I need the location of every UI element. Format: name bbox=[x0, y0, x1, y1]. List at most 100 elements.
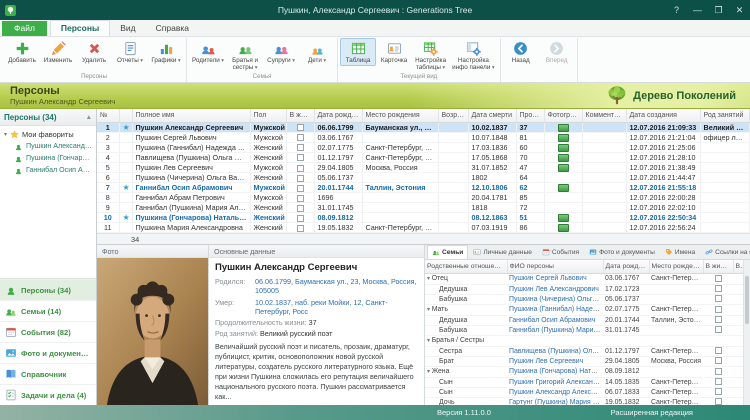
sidebar-item-family[interactable]: Семьи (14) bbox=[0, 300, 96, 321]
column-header[interactable]: Родственные отношения bbox=[425, 260, 507, 273]
column-header[interactable]: Пол bbox=[250, 109, 286, 122]
collapse-icon[interactable]: ▾ bbox=[427, 307, 432, 313]
collapse-icon[interactable]: ▾ bbox=[427, 369, 432, 375]
scrollbar[interactable] bbox=[743, 260, 750, 405]
sidebar-header[interactable]: Персоны (34) ▲ bbox=[0, 109, 96, 126]
alive-checkbox[interactable] bbox=[715, 306, 722, 313]
alive-checkbox[interactable] bbox=[297, 205, 304, 212]
detail-tab-links[interactable]: Ссылки на источники bbox=[700, 245, 750, 259]
person-link[interactable]: Пушкин Александр Александрович bbox=[509, 389, 603, 396]
alive-checkbox[interactable] bbox=[715, 275, 722, 282]
alive-checkbox[interactable] bbox=[715, 378, 722, 385]
date-link[interactable]: 06.06.1799, bbox=[255, 277, 293, 286]
column-header[interactable]: Полное имя bbox=[132, 109, 250, 122]
column-header[interactable]: Комментарий bbox=[582, 109, 626, 122]
column-header[interactable]: Место рождения bbox=[649, 260, 703, 273]
detail-tab-events[interactable]: События bbox=[537, 245, 584, 259]
person-row[interactable]: 4Павлищева (Пушкина) Ольга СергеевнаЖенс… bbox=[97, 152, 750, 162]
person-link[interactable]: Пушкина (Гончарова) Наталья Николаевна bbox=[509, 368, 603, 375]
ribbon-button-spouse[interactable]: Супруги ▾ bbox=[263, 38, 299, 66]
person-row[interactable]: 7★Ганнибал Осип АбрамовичМужской20.01.17… bbox=[97, 182, 750, 192]
tab-file[interactable]: Файл bbox=[2, 21, 47, 36]
alive-checkbox[interactable] bbox=[715, 347, 722, 354]
relation-row[interactable]: ДедушкаПушкин Лев Александрович17.02.172… bbox=[425, 284, 750, 294]
tab-help[interactable]: Справка bbox=[146, 21, 199, 36]
person-row[interactable]: 5Пушкин Лев СергеевичМужской29.04.1805Мо… bbox=[97, 162, 750, 172]
person-link[interactable]: Пушкин Лев Александрович bbox=[509, 286, 599, 293]
column-header[interactable]: Дата рождения bbox=[314, 109, 362, 122]
favorite-person-item[interactable]: Ганнибал Осип Абрамович bbox=[2, 164, 94, 176]
person-link[interactable]: Пушкин Сергей Львович bbox=[509, 275, 587, 282]
alive-checkbox[interactable] bbox=[297, 215, 304, 222]
relation-row[interactable]: БабушкаГаннибал (Пушкина) Мария Алексеев… bbox=[425, 325, 750, 335]
person-row[interactable]: 11Пушкина Мария АлександровнаЖенский19.0… bbox=[97, 223, 750, 233]
alive-checkbox[interactable] bbox=[715, 326, 722, 333]
column-header[interactable]: Возраст bbox=[438, 109, 468, 122]
favorite-star-icon[interactable]: ★ bbox=[123, 213, 130, 222]
date-link[interactable]: 10.02.1837, bbox=[255, 298, 293, 307]
relation-row[interactable]: ДедушкаГаннибал Осип Абрамович20.01.1744… bbox=[425, 315, 750, 325]
help-button[interactable]: ? bbox=[666, 0, 687, 20]
alive-checkbox[interactable] bbox=[297, 195, 304, 202]
column-header[interactable]: ФИО персоны bbox=[507, 260, 603, 273]
person-link[interactable]: Ганнибал (Пушкина) Мария Алексеевна bbox=[509, 327, 603, 334]
person-link[interactable]: Пушкин Григорий Александрович bbox=[509, 379, 603, 386]
column-header[interactable]: Род занятий bbox=[700, 109, 750, 122]
detail-tab-family[interactable]: Семьи bbox=[427, 245, 468, 259]
person-row[interactable]: 6Пушкина (Чичерина) Ольга ВасильевнаЖенс… bbox=[97, 172, 750, 182]
sidebar-item-person[interactable]: Персоны (34) bbox=[0, 279, 96, 300]
column-header[interactable]: № bbox=[97, 109, 119, 122]
relation-row[interactable]: ▾ ЖенаПушкина (Гончарова) Наталья Никола… bbox=[425, 366, 750, 377]
column-header[interactable]: Место рождения bbox=[362, 109, 438, 122]
detail-tab-card[interactable]: Личные данные bbox=[468, 245, 537, 259]
alive-checkbox[interactable] bbox=[297, 144, 304, 151]
column-header[interactable]: Дата создания bbox=[626, 109, 700, 122]
ribbon-button-table[interactable]: Таблица bbox=[340, 38, 376, 66]
maximize-button[interactable]: ❐ bbox=[708, 0, 729, 20]
favorite-star-icon[interactable]: ★ bbox=[123, 123, 130, 132]
alive-checkbox[interactable] bbox=[297, 175, 304, 182]
column-header[interactable]: Фотография bbox=[544, 109, 582, 122]
favorites-root[interactable]: ▾ Мои фавориты bbox=[2, 129, 94, 140]
person-row[interactable]: 1★Пушкин Александр СергеевичМужской06.06… bbox=[97, 122, 750, 132]
relation-row[interactable]: СынПушкин Александр Александрович06.07.1… bbox=[425, 387, 750, 397]
ribbon-button-chart[interactable]: Графики ▾ bbox=[148, 38, 184, 66]
alive-checkbox[interactable] bbox=[715, 368, 722, 375]
ribbon-button-tablegear[interactable]: Настройка таблицы ▾ bbox=[412, 38, 449, 73]
person-link[interactable]: Павлищева (Пушкина) Ольга Сергеевна bbox=[509, 348, 603, 355]
scrollbar-thumb[interactable] bbox=[745, 276, 749, 324]
relation-row[interactable]: ▾ МатьПушкина (Ганнибал) Надежда Осиповн… bbox=[425, 304, 750, 315]
close-button[interactable]: ✕ bbox=[729, 0, 750, 20]
ribbon-button-forward[interactable]: Вперед bbox=[539, 38, 575, 66]
person-row[interactable]: 9Ганнибал (Пушкина) Мария АлексеевнаЖенс… bbox=[97, 203, 750, 213]
ribbon-button-back[interactable]: Назад bbox=[503, 38, 539, 66]
sidebar-item-book[interactable]: Справочник bbox=[0, 363, 96, 384]
detail-tab-photos[interactable]: Фото и документы bbox=[584, 245, 660, 259]
alive-checkbox[interactable] bbox=[297, 124, 304, 131]
person-link[interactable]: Пушкин Лев Сергеевич bbox=[509, 358, 583, 365]
column-header[interactable]: В живых bbox=[703, 260, 733, 273]
alive-checkbox[interactable] bbox=[297, 185, 304, 192]
ribbon-button-cross[interactable]: Удалить bbox=[76, 38, 112, 66]
alive-checkbox[interactable] bbox=[715, 295, 722, 302]
alive-checkbox[interactable] bbox=[715, 388, 722, 395]
alive-checkbox[interactable] bbox=[297, 165, 304, 172]
column-header[interactable]: В живых bbox=[286, 109, 314, 122]
favorite-star-icon[interactable]: ★ bbox=[123, 183, 130, 192]
relation-row[interactable]: СестраПавлищева (Пушкина) Ольга Сергеевн… bbox=[425, 346, 750, 356]
tab-persons[interactable]: Персоны bbox=[50, 20, 110, 36]
column-header[interactable]: Дата рождения bbox=[603, 260, 649, 273]
favorite-person-item[interactable]: Пушкин Александр Сергеевич bbox=[2, 140, 94, 152]
alive-checkbox[interactable] bbox=[297, 134, 304, 141]
ribbon-button-card[interactable]: Карточка bbox=[376, 38, 412, 66]
person-row[interactable]: 2Пушкин Сергей ЛьвовичМужской03.06.17671… bbox=[97, 132, 750, 142]
ribbon-button-panelgear[interactable]: Настройка инфо панели ▾ bbox=[449, 38, 498, 73]
relation-row[interactable]: БратПушкин Лев Сергеевич29.04.1805Москва… bbox=[425, 356, 750, 366]
person-link[interactable]: Ганнибал Осип Абрамович bbox=[509, 317, 595, 324]
person-link[interactable]: Пушкина (Чичерина) Ольга Васильевна bbox=[509, 296, 603, 303]
collapse-icon[interactable]: ▾ bbox=[427, 276, 432, 282]
ribbon-button-report[interactable]: Отчеты ▾ bbox=[112, 38, 148, 66]
column-header[interactable]: Продолжительность жизни bbox=[516, 109, 544, 122]
column-header[interactable]: Дата смерти bbox=[468, 109, 516, 122]
alive-checkbox[interactable] bbox=[715, 357, 722, 364]
